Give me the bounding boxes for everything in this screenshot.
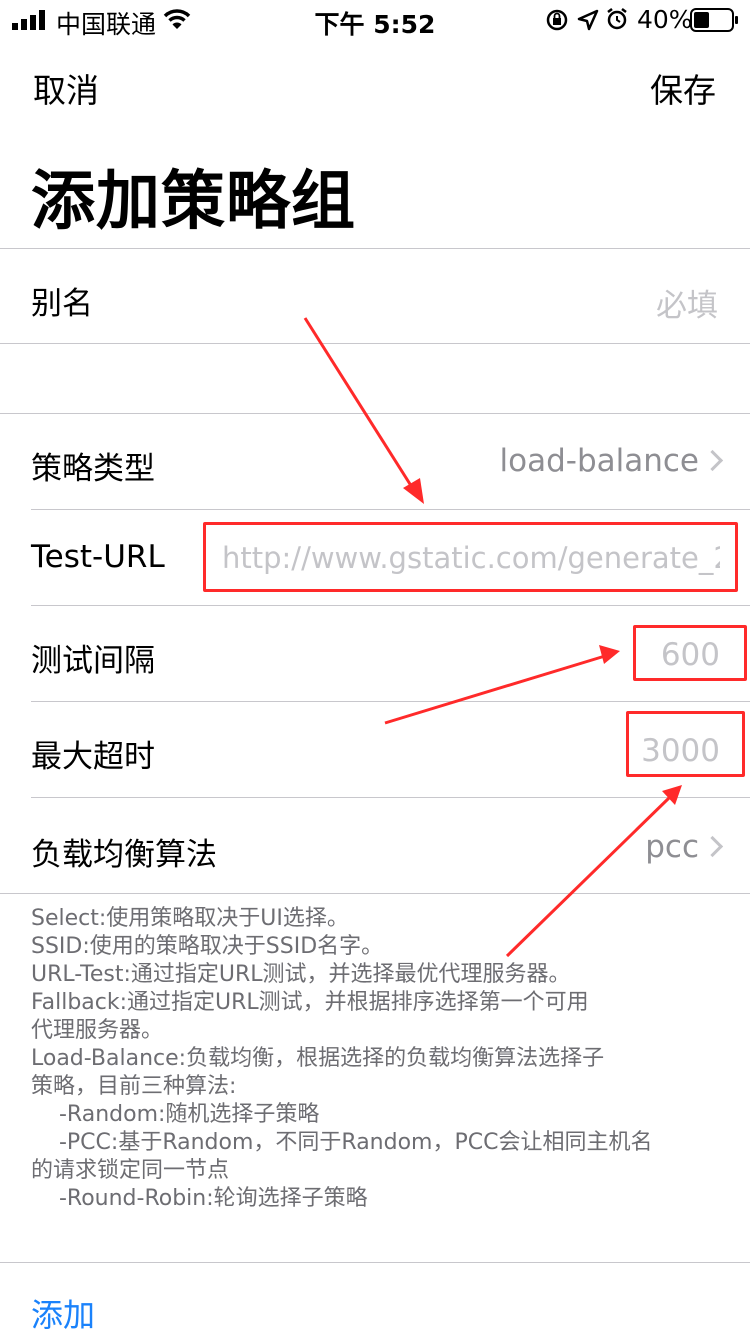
policy-type-value: load-balance	[499, 443, 724, 479]
rotation-lock-icon	[546, 9, 568, 31]
status-bar: 中国联通 下午 5:52 40%	[0, 0, 750, 40]
battery-icon	[690, 8, 738, 32]
chevron-right-icon	[701, 835, 724, 858]
separator	[0, 893, 750, 894]
chevron-right-icon	[701, 449, 724, 472]
cancel-button[interactable]: 取消	[33, 64, 99, 112]
lb-algorithm-text: pcc	[645, 829, 699, 865]
location-icon	[577, 9, 599, 31]
separator	[0, 343, 750, 344]
annotation-box-max-timeout	[626, 711, 745, 777]
annotation-box-test-interval	[633, 625, 747, 681]
alarm-icon	[607, 8, 627, 30]
alias-input[interactable]: 必填	[656, 280, 718, 325]
separator	[0, 1262, 750, 1263]
policy-type-row[interactable]: 策略类型 load-balance	[0, 414, 750, 510]
test-interval-label: 测试间隔	[31, 643, 155, 679]
lb-algorithm-row[interactable]: 负载均衡算法 pcc	[0, 798, 750, 893]
lb-algorithm-label: 负载均衡算法	[31, 837, 217, 873]
alias-row[interactable]: 别名 必填	[0, 249, 750, 343]
annotation-box-test-url	[203, 522, 738, 592]
policy-description: Select:使用策略取决于UI选择。 SSID:使用的策略取决于SSID名字。…	[31, 906, 653, 1211]
page-title: 添加策略组	[31, 165, 356, 239]
add-button[interactable]: 添加	[31, 1290, 95, 1336]
battery-percent: 40%	[637, 5, 693, 34]
test-url-label: Test-URL	[31, 539, 165, 575]
policy-type-text: load-balance	[499, 443, 700, 479]
lb-algorithm-value: pcc	[645, 829, 724, 865]
alias-label: 别名	[31, 286, 93, 322]
max-timeout-label: 最大超时	[31, 739, 155, 775]
save-button[interactable]: 保存	[650, 64, 716, 112]
policy-type-label: 策略类型	[31, 451, 155, 487]
